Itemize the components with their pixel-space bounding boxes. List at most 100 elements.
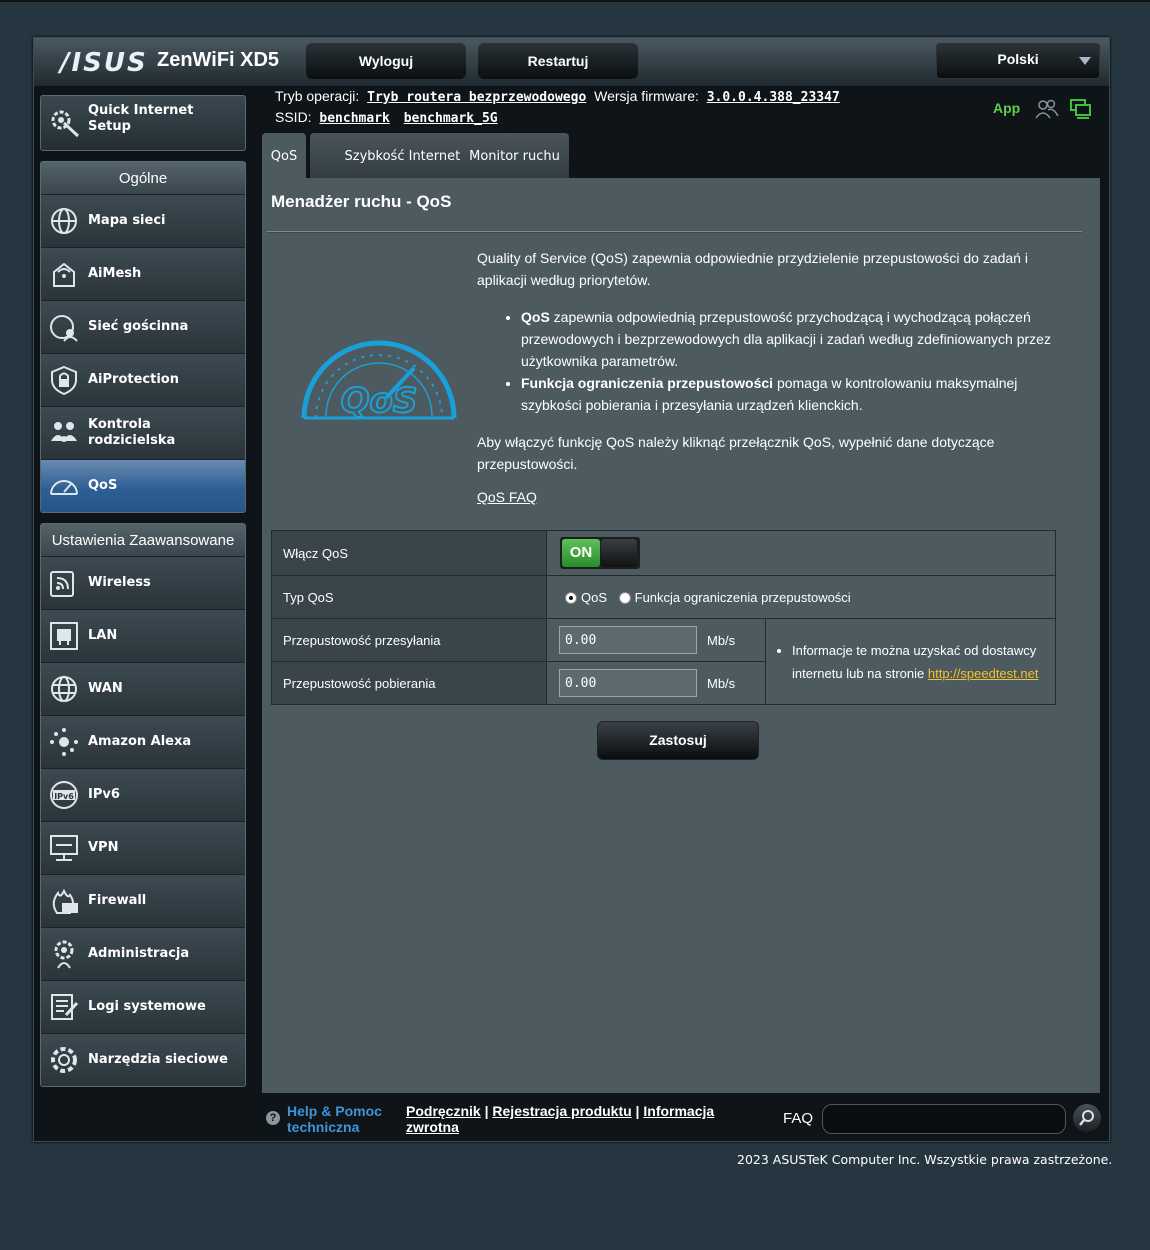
sidebar-item-system-log[interactable]: Logi systemowe bbox=[41, 980, 245, 1033]
tab-traffic-monitor[interactable]: Monitor ruchu bbox=[460, 133, 569, 178]
network-status-icon[interactable] bbox=[1069, 98, 1093, 120]
sidebar-item-network-tools[interactable]: Narzędzia sieciowe bbox=[41, 1033, 245, 1086]
footer: ? Help & Pomoc techniczna Podręcznik | R… bbox=[262, 1096, 1108, 1140]
footer-links: Podręcznik | Rejestracja produktu | Info… bbox=[406, 1103, 736, 1135]
sidebar-item-label: Wireless bbox=[88, 575, 151, 590]
sidebar-item-aimesh[interactable]: AiMesh bbox=[41, 247, 245, 300]
faq-search-input[interactable] bbox=[822, 1104, 1066, 1134]
sidebar-item-firewall[interactable]: Firewall bbox=[41, 874, 245, 927]
enable-qos-toggle[interactable]: ON bbox=[559, 536, 641, 570]
ssid-link-1[interactable]: benchmark bbox=[319, 111, 389, 126]
apply-button[interactable]: Zastosuj bbox=[597, 721, 759, 760]
model-name: ZenWiFi XD5 bbox=[157, 49, 280, 71]
download-bandwidth-input[interactable]: 0.00 bbox=[559, 669, 697, 697]
restart-button[interactable]: Restartuj bbox=[478, 43, 638, 79]
qos-faq-link[interactable]: QoS FAQ bbox=[477, 489, 537, 505]
speed-info: Informacje te można uzyskać od dostawcy … bbox=[792, 639, 1055, 685]
parental-control-icon bbox=[51, 422, 77, 442]
help-support-link[interactable]: Help & Pomoc techniczna bbox=[287, 1103, 397, 1135]
sidebar-item-guest-network[interactable]: Sieć gościnna bbox=[41, 300, 245, 353]
enable-qos-label: Włącz QoS bbox=[271, 530, 547, 576]
general-heading: Ogólne bbox=[41, 162, 245, 194]
upload-unit: Mb/s bbox=[707, 632, 736, 648]
sidebar-item-label: VPN bbox=[88, 840, 119, 855]
sidebar-item-label: QoS bbox=[88, 478, 118, 493]
sidebar-item-label: Narzędzia sieciowe bbox=[88, 1052, 229, 1067]
network-tools-icon bbox=[51, 1047, 77, 1073]
administration-icon bbox=[54, 940, 74, 969]
page-title: Menadżer ruchu - QoS bbox=[271, 192, 452, 211]
advanced-heading: Ustawienia Zaawansowane bbox=[41, 524, 245, 556]
enable-hint: Aby włączyć funkcję QoS należy kliknąć p… bbox=[477, 434, 995, 472]
sidebar-item-label: Logi systemowe bbox=[88, 999, 206, 1014]
radio-qos[interactable] bbox=[565, 592, 577, 605]
chevron-down-icon bbox=[1079, 57, 1091, 65]
sidebar-item-label: Firewall bbox=[88, 893, 147, 908]
qos-icon bbox=[50, 480, 78, 495]
firmware-link[interactable]: 3.0.0.4.388_23347 bbox=[707, 90, 840, 105]
speed-info-cell: Informacje te można uzyskać od dostawcy … bbox=[765, 618, 1056, 705]
language-select[interactable]: Polski bbox=[936, 43, 1100, 79]
manual-link[interactable]: Podręcznik bbox=[406, 1103, 481, 1119]
sidebar-item-vpn[interactable]: VPN bbox=[41, 821, 245, 874]
general-menu: Ogólne Mapa sieci AiMesh Sieć gościnna AiPr… bbox=[40, 161, 246, 513]
speedtest-link[interactable]: http://speedtest.net bbox=[928, 666, 1039, 681]
firmware-label: Wersja firmware: bbox=[594, 88, 699, 104]
aimesh-icon bbox=[53, 262, 75, 287]
sidebar-item-aiprotection[interactable]: AiProtection bbox=[41, 353, 245, 406]
footer-sep-1: | bbox=[480, 1103, 493, 1119]
bullet-qos-text: zapewnia odpowiednią przepustowość przyc… bbox=[521, 309, 1051, 369]
faq-search-button[interactable] bbox=[1073, 1104, 1101, 1132]
radio-qos-label: QoS bbox=[581, 589, 608, 605]
router-window: /ISUS ZenWiFi XD5 Wyloguj Restartuj Pols… bbox=[33, 37, 1110, 1142]
sidebar-item-label: LAN bbox=[88, 628, 118, 643]
faq-label: FAQ bbox=[783, 1110, 814, 1127]
mode-link[interactable]: Tryb routera bezprzewodowego bbox=[367, 90, 586, 105]
top-border bbox=[0, 0, 1150, 2]
alexa-icon bbox=[50, 728, 78, 756]
qos-settings-table: Włącz QoS ON Typ QoS QoS Funkcja ogranic… bbox=[271, 530, 1056, 705]
radio-bandwidth-limiter[interactable] bbox=[618, 592, 631, 605]
sidebar-item-label: Mapa sieci bbox=[88, 213, 166, 228]
system-log-icon bbox=[51, 994, 79, 1020]
wireless-icon bbox=[50, 571, 74, 597]
sidebar-item-lan[interactable]: LAN bbox=[41, 609, 245, 662]
network-map-icon bbox=[51, 208, 77, 234]
quick-internet-setup-button[interactable]: Quick Internet Setup bbox=[40, 95, 246, 151]
qos-gauge-logo: QoS bbox=[301, 340, 457, 422]
sidebar-item-wireless[interactable]: Wireless bbox=[41, 556, 245, 609]
upload-bandwidth-input[interactable]: 0.00 bbox=[559, 626, 697, 654]
bullet-bl-bold: Funkcja ograniczenia przepustowości bbox=[521, 375, 774, 391]
app-link[interactable]: App bbox=[993, 100, 1020, 116]
ssid-link-2[interactable]: benchmark_5G bbox=[404, 111, 498, 126]
radio-bandwidth-limiter-label: Funkcja ograniczenia przepustowości bbox=[634, 589, 851, 605]
ssid-label: SSID: bbox=[275, 109, 312, 125]
clients-icon[interactable] bbox=[1035, 98, 1059, 120]
asus-logo: /ISUS bbox=[60, 48, 148, 78]
sidebar-item-ipv6[interactable]: IPv6 IPv6 bbox=[41, 768, 245, 821]
sidebar-item-wan[interactable]: WAN bbox=[41, 662, 245, 715]
sidebar-item-network-map[interactable]: Mapa sieci bbox=[41, 194, 245, 247]
upload-bandwidth-label: Przepustowość przesyłania bbox=[271, 618, 547, 662]
download-unit: Mb/s bbox=[707, 675, 736, 691]
status-bar: Tryb operacji: Tryb routera bezprzewodow… bbox=[275, 88, 840, 130]
download-bandwidth-label: Przepustowość pobierania bbox=[271, 661, 547, 705]
tab-qos[interactable]: QoS bbox=[262, 133, 306, 178]
mode-label: Tryb operacji: bbox=[275, 88, 360, 104]
sidebar-item-alexa[interactable]: Amazon Alexa bbox=[41, 715, 245, 768]
qos-logo-text: QoS bbox=[341, 381, 418, 421]
sidebar-item-label: Administracja bbox=[88, 946, 190, 961]
sidebar-item-label: Amazon Alexa bbox=[88, 734, 192, 749]
sidebar-item-label: AiMesh bbox=[88, 266, 142, 281]
sidebar-item-parental-control[interactable]: Kontrola rodzicielska bbox=[41, 406, 245, 459]
sidebar-item-administration[interactable]: Administracja bbox=[41, 927, 245, 980]
main-panel: Menadżer ruchu - QoS QoS Quality of Serv… bbox=[262, 178, 1100, 1093]
search-icon bbox=[1079, 1110, 1094, 1126]
ipv6-icon: IPv6 bbox=[50, 781, 78, 809]
logout-button[interactable]: Wyloguj bbox=[306, 43, 466, 79]
svg-text:IPv6: IPv6 bbox=[54, 792, 74, 801]
toggle-on-label: ON bbox=[562, 539, 600, 567]
qis-label: Quick Internet Setup bbox=[88, 103, 194, 134]
register-link[interactable]: Rejestracja produktu bbox=[492, 1103, 631, 1119]
sidebar-item-qos[interactable]: QoS bbox=[41, 459, 245, 512]
